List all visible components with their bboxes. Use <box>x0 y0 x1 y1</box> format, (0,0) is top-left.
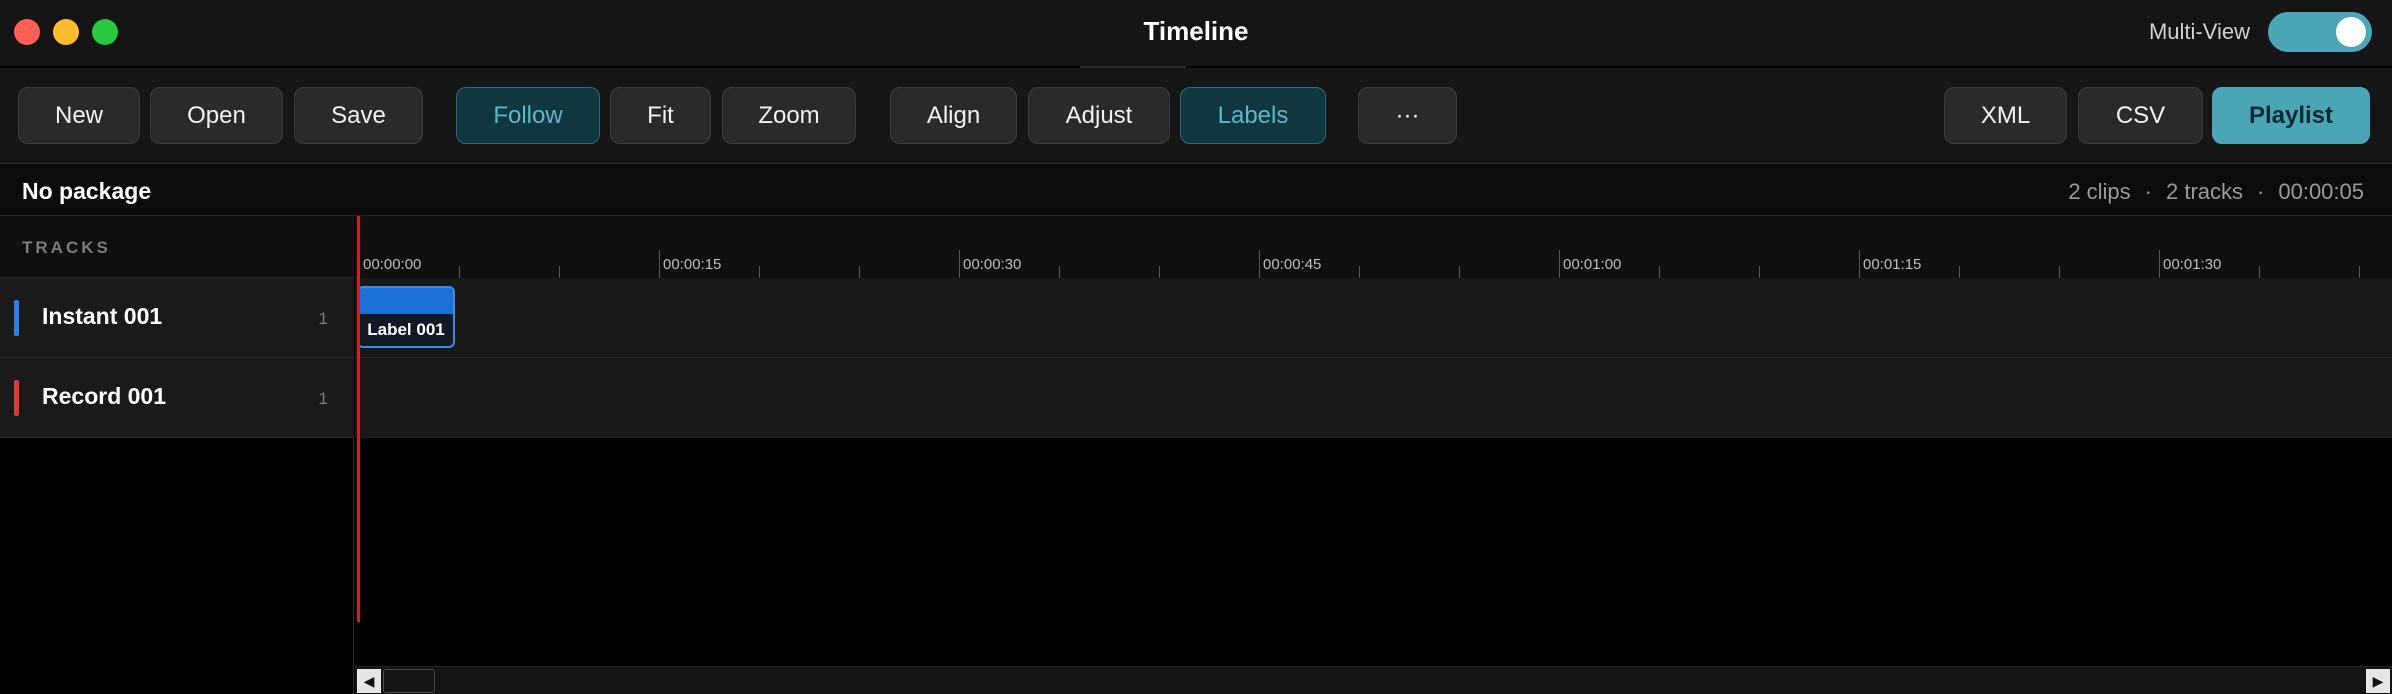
ruler-minor-tick <box>459 266 460 278</box>
ruler-major-tick <box>1559 250 1560 278</box>
align-button[interactable]: Align <box>890 87 1017 144</box>
time-ruler[interactable]: 00:00:00 00:00:15 00:00:30 00:00:45 00:01:00… <box>355 216 2392 278</box>
scrollbar-thumb[interactable] <box>383 669 435 693</box>
fit-button[interactable]: Fit <box>610 87 711 144</box>
timeline-stats: 2 clips · 2 tracks · 00:00:05 <box>2068 179 2364 205</box>
ruler-minor-tick <box>1659 266 1660 278</box>
ruler-major-tick <box>1859 250 1860 278</box>
info-bar: No package 2 clips · 2 tracks · 00:00:05 <box>0 164 2392 216</box>
ruler-minor-tick <box>1159 266 1160 278</box>
track-lane-record-001[interactable] <box>355 358 2392 438</box>
scroll-right-arrow-icon[interactable]: ▶ <box>2366 669 2390 693</box>
timeline-clip[interactable]: Label 001 <box>357 286 455 348</box>
tracks-sidebar: TRACKS Instant 001 1 Record 001 1 <box>0 216 354 694</box>
multi-view-label: Multi-View <box>2148 19 2250 44</box>
track-count: 2 tracks <box>2166 179 2244 204</box>
ruler-minor-tick <box>759 266 760 278</box>
horizontal-scrollbar[interactable]: ◀ ▶ <box>355 666 2392 694</box>
stats-separator: · <box>2257 179 2265 204</box>
ruler-minor-tick <box>1359 266 1360 278</box>
track-clip-count: 1 <box>318 309 328 328</box>
playhead[interactable] <box>357 216 360 622</box>
ruler-minor-tick <box>2059 266 2060 278</box>
scroll-left-arrow-icon[interactable]: ◀ <box>357 669 381 693</box>
track-row-record-001[interactable]: Record 001 1 <box>0 358 354 438</box>
ruler-time-label: 00:00:30 <box>963 256 1022 273</box>
total-duration: 00:00:05 <box>2278 179 2364 204</box>
package-name: No package <box>22 178 152 204</box>
track-name: Instant 001 <box>42 303 163 329</box>
clip-label: Label 001 <box>359 314 453 346</box>
ruler-time-label: 00:00:15 <box>663 256 722 273</box>
new-button[interactable]: New <box>18 87 140 144</box>
more-options-button[interactable]: ··· <box>1358 87 1457 144</box>
track-clip-count: 1 <box>318 389 328 408</box>
adjust-button[interactable]: Adjust <box>1028 87 1170 144</box>
timeline-area[interactable]: 00:00:00 00:00:15 00:00:30 00:00:45 00:01:00… <box>355 216 2392 694</box>
export-csv-button[interactable]: CSV <box>2078 87 2203 144</box>
ruler-minor-tick <box>1459 266 1460 278</box>
zoom-button[interactable]: Zoom <box>722 87 856 144</box>
track-lane-instant-001[interactable] <box>355 278 2392 358</box>
ruler-major-tick <box>1259 250 1260 278</box>
playlist-button[interactable]: Playlist <box>2212 87 2370 144</box>
ruler-minor-tick <box>1959 266 1960 278</box>
ruler-minor-tick <box>2359 266 2360 278</box>
labels-button[interactable]: Labels <box>1180 87 1326 144</box>
ruler-major-tick <box>659 250 660 278</box>
window-title: Timeline <box>1143 16 1249 46</box>
ruler-minor-tick <box>1759 266 1760 278</box>
tracks-header: TRACKS <box>0 216 354 278</box>
track-name: Record 001 <box>42 383 167 409</box>
tracks-header-label: TRACKS <box>22 238 111 257</box>
export-xml-button[interactable]: XML <box>1944 87 2067 144</box>
track-color-indicator <box>14 300 19 336</box>
ruler-minor-tick <box>859 266 860 278</box>
follow-button[interactable]: Follow <box>456 87 600 144</box>
track-row-instant-001[interactable]: Instant 001 1 <box>0 278 354 358</box>
ruler-major-tick <box>959 250 960 278</box>
ruler-time-label: 00:00:45 <box>1263 256 1322 273</box>
toolbar: New Open Save Follow Fit Zoom Align Adju… <box>0 68 2392 164</box>
ruler-major-tick <box>2159 250 2160 278</box>
ruler-minor-tick <box>1059 266 1060 278</box>
title-bar: Timeline Multi-View <box>0 0 2392 66</box>
clip-count: 2 clips <box>2068 179 2131 204</box>
stats-separator: · <box>2144 179 2152 204</box>
ruler-time-label: 00:01:30 <box>2163 256 2222 273</box>
ruler-minor-tick <box>559 266 560 278</box>
multi-view-control: Multi-View <box>2149 12 2372 52</box>
multi-view-toggle[interactable] <box>2268 12 2372 52</box>
track-color-indicator <box>14 380 19 416</box>
toggle-knob <box>2336 17 2366 47</box>
ruler-minor-tick <box>2259 266 2260 278</box>
ruler-time-label: 00:01:00 <box>1563 256 1622 273</box>
ruler-time-label: 00:01:15 <box>1863 256 1922 273</box>
save-button[interactable]: Save <box>294 87 423 144</box>
open-button[interactable]: Open <box>150 87 283 144</box>
ruler-time-label: 00:00:00 <box>363 256 422 273</box>
